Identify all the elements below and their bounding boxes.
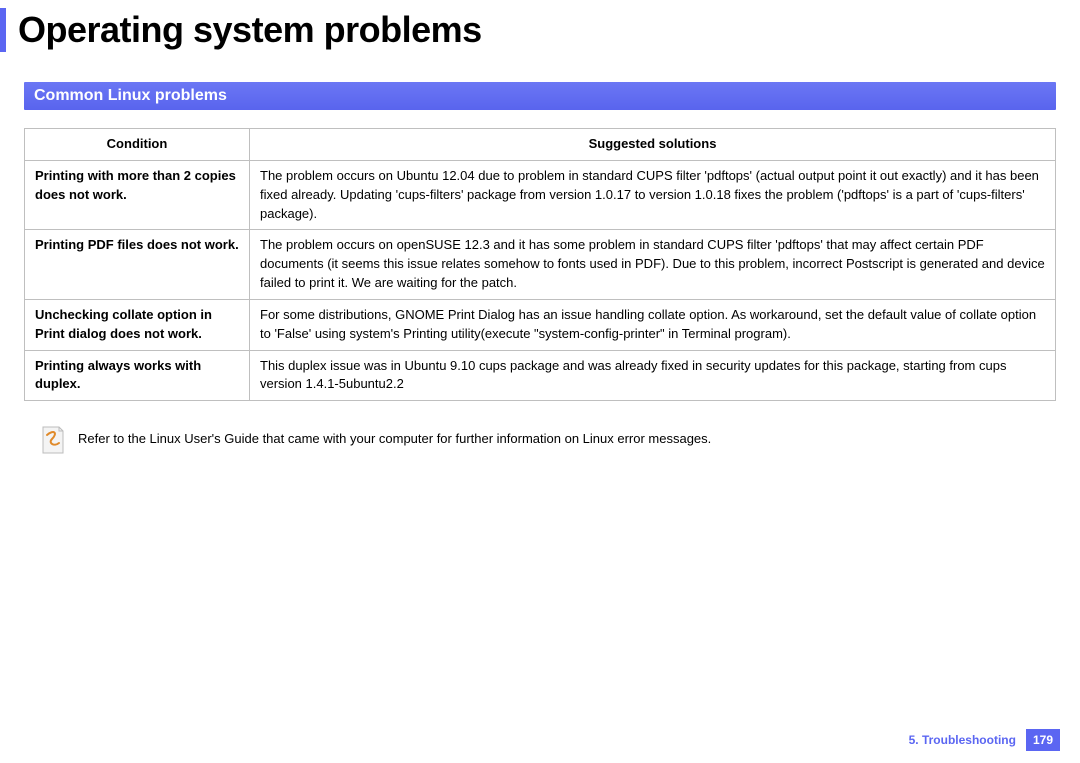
table-row: Unchecking collate option in Print dialo… (25, 299, 1056, 350)
cell-condition: Printing with more than 2 copies does no… (25, 160, 250, 230)
cell-solution: The problem occurs on openSUSE 12.3 and … (250, 230, 1056, 300)
cell-condition: Printing PDF files does not work. (25, 230, 250, 300)
section: Common Linux problems Condition Suggeste… (24, 82, 1056, 401)
title-accent (0, 8, 6, 52)
cell-solution: This duplex issue was in Ubuntu 9.10 cup… (250, 350, 1056, 401)
cell-solution: For some distributions, GNOME Print Dial… (250, 299, 1056, 350)
footer-chapter: 5. Troubleshooting (909, 733, 1016, 747)
table-row: Printing PDF files does not work. The pr… (25, 230, 1056, 300)
title-bar: Operating system problems (0, 0, 1080, 52)
section-header: Common Linux problems (24, 82, 1056, 110)
table-row: Printing with more than 2 copies does no… (25, 160, 1056, 230)
table-row: Printing always works with duplex. This … (25, 350, 1056, 401)
page-title: Operating system problems (18, 9, 482, 51)
cell-condition: Unchecking collate option in Print dialo… (25, 299, 250, 350)
header-solution: Suggested solutions (250, 129, 1056, 161)
note-row: Refer to the Linux User's Guide that cam… (40, 425, 1056, 455)
note-text: Refer to the Linux User's Guide that cam… (78, 425, 711, 446)
cell-solution: The problem occurs on Ubuntu 12.04 due t… (250, 160, 1056, 230)
header-condition: Condition (25, 129, 250, 161)
footer: 5. Troubleshooting 179 (909, 729, 1060, 751)
problems-table: Condition Suggested solutions Printing w… (24, 128, 1056, 401)
page-number: 179 (1026, 729, 1060, 751)
note-icon (40, 425, 66, 455)
cell-condition: Printing always works with duplex. (25, 350, 250, 401)
table-header-row: Condition Suggested solutions (25, 129, 1056, 161)
